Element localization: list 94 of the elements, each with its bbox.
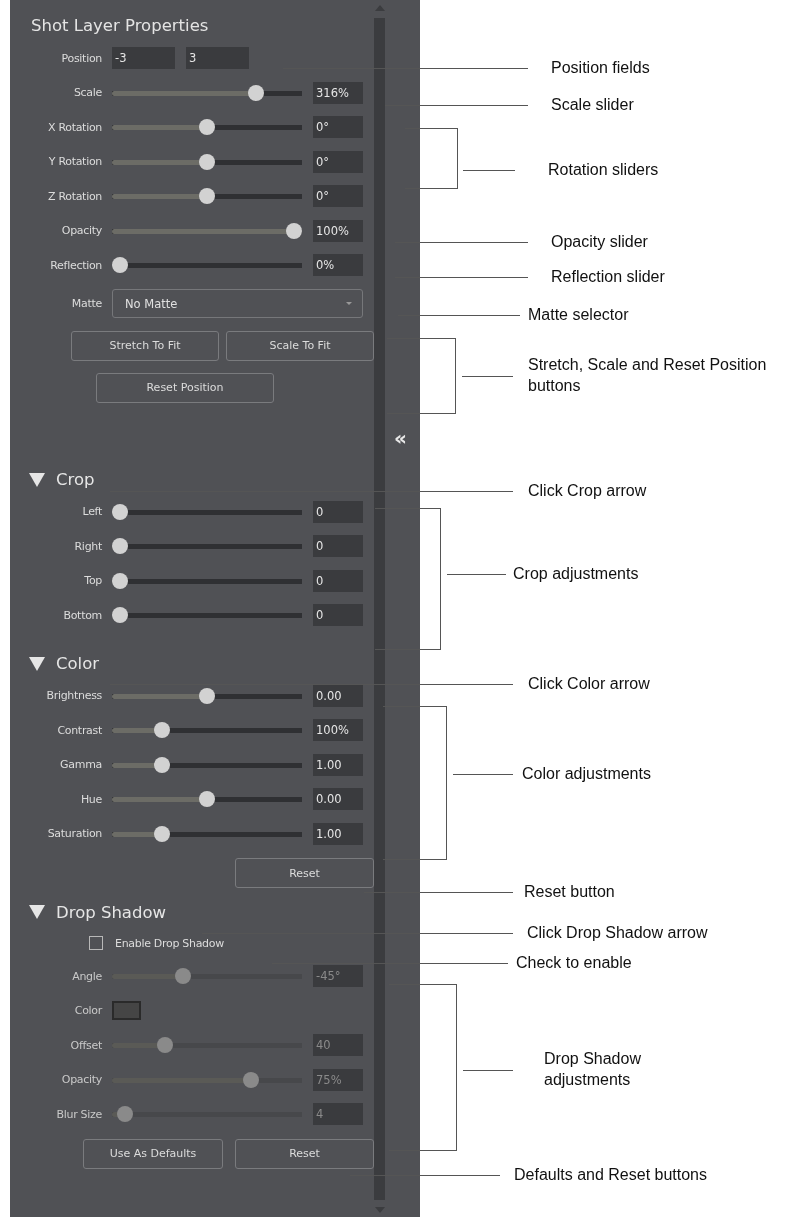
value-field[interactable]: 100% bbox=[313, 719, 363, 742]
section-title[interactable]: Drop Shadow bbox=[56, 902, 167, 922]
callout-label: Rotation sliders bbox=[548, 160, 659, 180]
leader-line bbox=[463, 1070, 513, 1071]
input-field[interactable]: 3 bbox=[186, 47, 249, 70]
callout-label: Reset button bbox=[524, 882, 615, 902]
value-field[interactable]: 1.00 bbox=[313, 753, 363, 776]
field-label: Scale bbox=[72, 86, 102, 100]
slider-thumb[interactable] bbox=[112, 572, 128, 589]
slider-thumb[interactable] bbox=[112, 607, 128, 624]
callout-label: Reflection slider bbox=[551, 267, 665, 287]
button[interactable]: Use As Defaults bbox=[83, 1138, 223, 1169]
field-label: X Rotation bbox=[46, 120, 102, 134]
value-field[interactable]: 316% bbox=[313, 81, 363, 104]
callout-label: Crop adjustments bbox=[513, 564, 639, 584]
callout-label: Defaults and Reset buttons bbox=[514, 1165, 707, 1185]
slider-thumb[interactable] bbox=[153, 756, 170, 773]
field-label: Top bbox=[83, 574, 102, 588]
callout-label: Click Crop arrow bbox=[528, 481, 647, 501]
leader-line bbox=[447, 574, 506, 575]
field-label: Angle bbox=[71, 969, 102, 983]
value-field[interactable]: 1.00 bbox=[313, 822, 363, 845]
expand-arrow-icon[interactable] bbox=[29, 472, 45, 487]
field-label: Color bbox=[73, 1004, 102, 1018]
section-title[interactable]: Crop bbox=[56, 470, 95, 489]
field-label: Opacity bbox=[60, 224, 102, 238]
slider-thumb[interactable] bbox=[199, 119, 215, 136]
value-field[interactable]: 0.00 bbox=[313, 684, 363, 707]
field-label: Offset bbox=[69, 1038, 102, 1052]
callout-label: Check to enable bbox=[516, 953, 632, 973]
slider-thumb[interactable] bbox=[153, 825, 170, 842]
value-field[interactable]: 0° bbox=[313, 116, 363, 139]
value-field[interactable]: 0% bbox=[313, 254, 363, 277]
field-label: Opacity bbox=[60, 1073, 102, 1087]
callout-label: Drop Shadow adjustments bbox=[544, 1049, 642, 1090]
section-title[interactable]: Color bbox=[56, 654, 100, 673]
slider-thumb[interactable] bbox=[199, 188, 215, 205]
expand-arrow-icon[interactable] bbox=[29, 656, 45, 671]
value-field[interactable]: 0° bbox=[313, 185, 363, 208]
field-label: Contrast bbox=[56, 723, 102, 737]
field-label: Matte bbox=[70, 297, 102, 310]
button[interactable]: Reset Position bbox=[96, 372, 274, 403]
callout-label: Matte selector bbox=[528, 305, 629, 325]
value-field[interactable]: 0 bbox=[313, 500, 363, 523]
slider-thumb[interactable] bbox=[199, 153, 215, 170]
slider-thumb[interactable] bbox=[199, 791, 215, 808]
slider-thumb[interactable] bbox=[286, 222, 302, 239]
callout-label: Color adjustments bbox=[522, 764, 651, 784]
input-field[interactable]: -3 bbox=[112, 47, 175, 70]
field-label: Right bbox=[73, 539, 102, 553]
value-field[interactable]: 100% bbox=[313, 219, 363, 242]
slider-thumb[interactable] bbox=[247, 84, 264, 101]
field-label: Gamma bbox=[59, 758, 102, 772]
field-label: Hue bbox=[79, 792, 102, 806]
collapse-button[interactable]: « bbox=[394, 426, 407, 450]
field-label: Saturation bbox=[46, 827, 102, 841]
value-field[interactable]: 0 bbox=[313, 535, 363, 558]
checkbox[interactable] bbox=[89, 936, 103, 950]
field-label: Bottom bbox=[62, 608, 102, 622]
field-label: Position bbox=[60, 51, 102, 65]
scrollbar[interactable] bbox=[374, 5, 385, 1213]
field-label: Brightness bbox=[45, 689, 102, 703]
leader-line bbox=[453, 774, 513, 775]
callout-label: Scale slider bbox=[551, 95, 634, 115]
checkbox-label: Enable Drop Shadow bbox=[115, 936, 224, 950]
slider-thumb[interactable] bbox=[153, 722, 170, 739]
button[interactable]: Reset bbox=[235, 1138, 374, 1169]
slider-thumb[interactable] bbox=[112, 538, 128, 555]
value-field[interactable]: 0.00 bbox=[313, 788, 363, 811]
callout-label: Opacity slider bbox=[551, 232, 648, 252]
button[interactable]: Reset bbox=[235, 858, 374, 888]
field-label: Blur Size bbox=[55, 1107, 102, 1121]
caret-icon bbox=[346, 302, 352, 305]
callout-label: Click Drop Shadow arrow bbox=[527, 923, 708, 943]
value-field[interactable]: 0° bbox=[313, 150, 363, 173]
slider-thumb[interactable] bbox=[112, 503, 128, 520]
expand-arrow-icon[interactable] bbox=[29, 905, 45, 919]
callout-label: Click Color arrow bbox=[528, 674, 650, 694]
value-field[interactable]: 0 bbox=[313, 569, 363, 592]
leader-line bbox=[462, 376, 513, 377]
slider-thumb[interactable] bbox=[199, 687, 215, 704]
field-label: Y Rotation bbox=[47, 155, 102, 169]
panel-title: Shot Layer Properties bbox=[30, 15, 210, 37]
field-label: Reflection bbox=[49, 258, 102, 272]
callout-label: Position fields bbox=[551, 58, 650, 78]
field-label: Z Rotation bbox=[46, 189, 102, 203]
button[interactable]: Stretch To Fit bbox=[71, 330, 219, 361]
value-field[interactable]: 0 bbox=[313, 604, 363, 627]
leader-line bbox=[463, 170, 515, 171]
slider-thumb[interactable] bbox=[112, 257, 128, 274]
field-label: Left bbox=[81, 505, 102, 519]
button[interactable]: Scale To Fit bbox=[226, 330, 374, 361]
callout-label: Stretch, Scale and Reset Position buttons bbox=[528, 355, 768, 396]
matte-dropdown[interactable]: No Matte bbox=[112, 289, 363, 318]
